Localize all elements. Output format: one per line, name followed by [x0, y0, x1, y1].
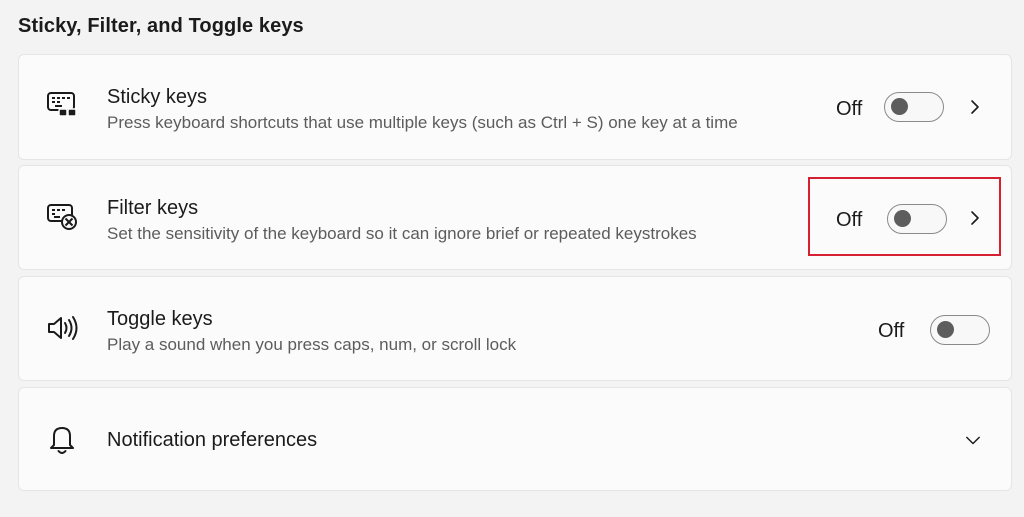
filter-keys-toggle[interactable] — [887, 204, 947, 234]
sticky-keys-toggle[interactable] — [884, 92, 944, 122]
speaker-icon — [44, 310, 80, 346]
toggle-keys-title: Toggle keys — [107, 308, 213, 330]
chevron-right-icon[interactable] — [967, 99, 983, 115]
filter-keys-title: Filter keys — [107, 197, 199, 219]
filter-keys-state: Off — [836, 209, 863, 231]
bell-icon — [44, 421, 80, 457]
chevron-right-icon[interactable] — [967, 210, 983, 226]
filter-keys-icon — [44, 199, 80, 235]
toggle-keys-card[interactable]: Toggle keys Play a sound when you press … — [18, 276, 1012, 381]
sticky-keys-state: Off — [836, 98, 863, 120]
sticky-keys-title: Sticky keys — [107, 86, 208, 108]
sticky-keys-card[interactable]: Sticky keys Press keyboard shortcuts tha… — [18, 54, 1012, 160]
toggle-knob — [937, 321, 954, 338]
notification-preferences-title: Notification preferences — [107, 429, 318, 451]
toggle-keys-state: Off — [878, 320, 905, 342]
toggle-knob — [894, 210, 911, 227]
filter-keys-card[interactable]: Filter keys Set the sensitivity of the k… — [18, 165, 1012, 270]
section-title: Sticky, Filter, and Toggle keys — [18, 15, 304, 37]
toggle-knob — [891, 98, 908, 115]
toggle-keys-description: Play a sound when you press caps, num, o… — [107, 335, 517, 354]
filter-keys-description: Set the sensitivity of the keyboard so i… — [107, 224, 697, 243]
sticky-keys-icon — [44, 88, 80, 124]
chevron-down-icon[interactable] — [965, 432, 981, 448]
toggle-keys-toggle[interactable] — [930, 315, 990, 345]
sticky-keys-description: Press keyboard shortcuts that use multip… — [107, 113, 738, 132]
notification-preferences-card[interactable]: Notification preferences — [18, 387, 1012, 491]
